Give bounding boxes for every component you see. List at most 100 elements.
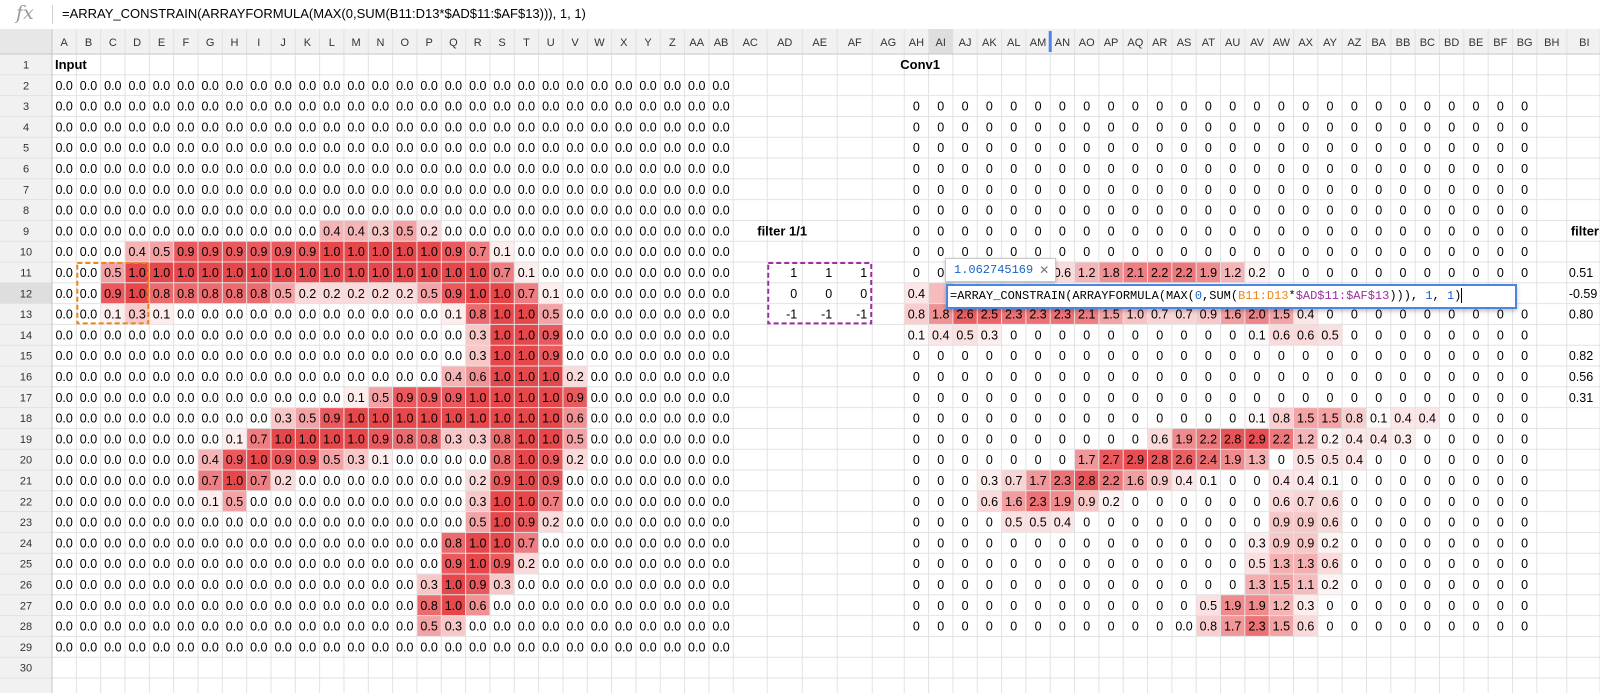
input-cell[interactable]: 0.0 — [128, 162, 145, 176]
input-cell[interactable]: 0.0 — [201, 100, 218, 114]
conv1-cell[interactable]: 0 — [1400, 536, 1407, 550]
conv1-cell[interactable]: 0 — [1302, 120, 1309, 134]
conv1-cell[interactable]: 0.2 — [1321, 578, 1338, 592]
conv1-cell[interactable]: 0.6 — [1273, 495, 1290, 509]
conv1-cell[interactable]: 0 — [937, 245, 944, 259]
input-cell[interactable]: 0.0 — [226, 370, 243, 384]
input-cell[interactable]: 0.9 — [542, 349, 559, 363]
input-cell[interactable]: 0.0 — [518, 578, 535, 592]
conv1-cell[interactable]: 2.3 — [1054, 474, 1071, 488]
input-cell[interactable]: 0.5 — [299, 412, 316, 426]
input-cell[interactable]: 1.0 — [469, 266, 486, 280]
input-cell[interactable]: 0.0 — [469, 79, 486, 93]
conv1-cell[interactable]: 0 — [1010, 432, 1017, 446]
input-cell[interactable]: 1.0 — [493, 412, 510, 426]
conv1-cell[interactable]: 1.2 — [1078, 266, 1095, 280]
conv1-cell[interactable]: 2.3 — [1005, 308, 1022, 322]
input-cell[interactable]: 0.0 — [542, 557, 559, 571]
conv1-cell[interactable]: 0 — [1108, 141, 1115, 155]
input-cell[interactable]: 0.0 — [347, 599, 364, 613]
input-cell[interactable]: 0.0 — [591, 245, 608, 259]
input-cell[interactable]: 0.0 — [274, 370, 291, 384]
conv1-cell[interactable]: 0 — [1400, 224, 1407, 238]
conv1-cell[interactable]: 0 — [1473, 204, 1480, 218]
conv1-cell[interactable]: 0 — [1375, 370, 1382, 384]
conv1-cell[interactable]: 0 — [1156, 391, 1163, 405]
input-cell[interactable]: 1.0 — [445, 599, 462, 613]
input-cell[interactable]: 0.0 — [469, 620, 486, 634]
conv1-cell[interactable]: 0 — [937, 266, 944, 280]
input-cell[interactable]: 0.0 — [566, 640, 583, 654]
input-cell[interactable]: 0.8 — [226, 287, 243, 301]
conv1-cell[interactable]: 0 — [1254, 224, 1261, 238]
conv1-cell[interactable]: 0 — [1010, 162, 1017, 176]
input-cell[interactable]: 0.1 — [153, 308, 170, 322]
input-cell[interactable]: 0.0 — [201, 183, 218, 197]
input-cell[interactable]: 0.0 — [347, 204, 364, 218]
input-cell[interactable]: 0.5 — [372, 391, 389, 405]
input-cell[interactable]: 0.0 — [55, 640, 72, 654]
input-cell[interactable]: 0.0 — [518, 141, 535, 155]
input-cell[interactable]: 0.4 — [201, 453, 218, 467]
input-cell[interactable]: 0.0 — [469, 141, 486, 155]
input-cell[interactable]: 0.0 — [664, 432, 681, 446]
conv1-cell[interactable]: 0.6 — [1297, 328, 1314, 342]
input-cell[interactable]: 0.0 — [104, 516, 121, 530]
input-cell[interactable]: 0.0 — [639, 308, 656, 322]
conv1-cell[interactable]: 0 — [1059, 183, 1066, 197]
conv1-cell[interactable]: 0 — [1035, 120, 1042, 134]
input-cell[interactable]: 0.0 — [712, 349, 729, 363]
conv1-cell[interactable]: 0 — [1351, 578, 1358, 592]
conv1-cell[interactable]: 0 — [1059, 453, 1066, 467]
conv1-cell[interactable]: 0.1 — [1321, 474, 1338, 488]
conv1-cell[interactable]: 0 — [1497, 412, 1504, 426]
conv1-cell[interactable]: 0 — [1327, 162, 1334, 176]
input-cell[interactable]: 0.0 — [445, 79, 462, 93]
conv1-cell[interactable]: 0 — [1400, 308, 1407, 322]
input-cell[interactable]: 0.0 — [177, 391, 194, 405]
conv1-cell[interactable]: 0.2 — [1102, 495, 1119, 509]
conv1-cell[interactable]: 0 — [1254, 349, 1261, 363]
input-cell[interactable]: 0.0 — [55, 391, 72, 405]
input-cell[interactable]: 0.0 — [420, 370, 437, 384]
column-header-X[interactable]: X — [620, 37, 628, 49]
input-cell[interactable]: 0.0 — [420, 495, 437, 509]
conv1-cell[interactable]: 0 — [913, 620, 920, 634]
conv1-cell[interactable]: 0 — [1521, 370, 1528, 384]
conv1-cell[interactable]: 0 — [1059, 162, 1066, 176]
conv1-cell[interactable]: 0 — [1521, 141, 1528, 155]
input-cell[interactable]: 0.0 — [420, 141, 437, 155]
input-cell[interactable]: 0.0 — [688, 495, 705, 509]
conv1-cell[interactable]: 0.4 — [1273, 474, 1290, 488]
conv1-cell[interactable]: 0.1 — [908, 328, 925, 342]
input-cell[interactable]: 0.0 — [104, 432, 121, 446]
row-header-25[interactable]: 25 — [20, 559, 32, 571]
conv1-cell[interactable]: 0 — [1521, 100, 1528, 114]
conv1-cell[interactable]: 0 — [1448, 162, 1455, 176]
input-cell[interactable]: 0.0 — [55, 349, 72, 363]
input-cell[interactable]: 0.0 — [347, 183, 364, 197]
conv1-cell[interactable]: 0 — [1448, 100, 1455, 114]
conv1-cell[interactable]: 0 — [1375, 266, 1382, 280]
input-cell[interactable]: 0.8 — [153, 287, 170, 301]
input-cell[interactable]: 0.0 — [274, 100, 291, 114]
input-cell[interactable]: 0.0 — [469, 204, 486, 218]
conv1-cell[interactable]: 0 — [1473, 432, 1480, 446]
conv1-cell[interactable]: 2.0 — [1248, 308, 1265, 322]
conv1-cell[interactable]: 0 — [1424, 183, 1431, 197]
conv1-cell[interactable]: 0 — [1229, 474, 1236, 488]
conv1-cell[interactable]: 0 — [1400, 183, 1407, 197]
conv1-cell[interactable]: 1.5 — [1321, 412, 1338, 426]
conv1-cell[interactable]: 0 — [1375, 120, 1382, 134]
conv1-cell[interactable]: 2.8 — [1151, 453, 1168, 467]
column-header-AS[interactable]: AS — [1177, 37, 1192, 49]
input-cell[interactable]: 0.0 — [639, 100, 656, 114]
conv1-cell[interactable]: 0 — [1497, 474, 1504, 488]
input-cell[interactable]: 0.0 — [226, 162, 243, 176]
conv1-cell[interactable]: 0 — [1521, 391, 1528, 405]
column-header-BF[interactable]: BF — [1493, 37, 1507, 49]
conv1-cell[interactable]: 0 — [1181, 120, 1188, 134]
input-cell[interactable]: 0.0 — [639, 495, 656, 509]
input-cell[interactable]: 1.0 — [493, 328, 510, 342]
input-cell[interactable]: 0.0 — [347, 640, 364, 654]
